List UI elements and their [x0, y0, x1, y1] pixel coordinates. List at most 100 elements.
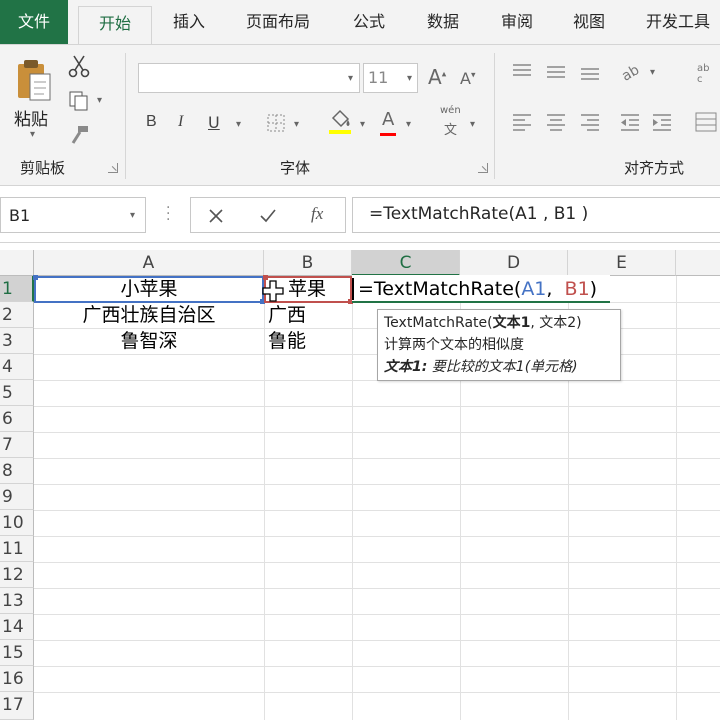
cell-b3[interactable]: 鲁能: [268, 328, 306, 354]
tab-developer[interactable]: 开发工具: [636, 0, 720, 44]
font-color-icon[interactable]: A: [382, 109, 394, 130]
align-bottom-icon[interactable]: [578, 61, 602, 83]
cell-a2[interactable]: 广西壮族自治区: [34, 302, 264, 328]
tab-data[interactable]: 数据: [414, 0, 472, 44]
column-header-b[interactable]: B: [264, 250, 352, 276]
name-box[interactable]: B1 ▾: [0, 197, 146, 233]
row-header-1[interactable]: 1: [0, 276, 34, 302]
borders-dropdown-icon[interactable]: ▾: [294, 119, 299, 130]
row-header-16[interactable]: 16: [0, 666, 34, 692]
fill-color-icon[interactable]: [326, 107, 354, 137]
row-header-3[interactable]: 3: [0, 328, 34, 354]
italic-button[interactable]: I: [178, 113, 183, 131]
row-header-17[interactable]: 17: [0, 692, 34, 720]
gridline: [34, 640, 720, 641]
copy-dropdown-icon[interactable]: ▾: [97, 95, 102, 106]
underline-dropdown-icon[interactable]: ▾: [236, 119, 241, 130]
tab-insert[interactable]: 插入: [160, 0, 218, 44]
gridline: [676, 276, 677, 720]
insert-function-icon[interactable]: fx: [311, 204, 323, 224]
row-header-13[interactable]: 13: [0, 588, 34, 614]
format-painter-icon[interactable]: [66, 123, 92, 147]
cell-b2[interactable]: 广西: [268, 302, 306, 328]
formula-ref-b1: B1: [564, 278, 590, 300]
alignment-group-label: 对齐方式: [624, 159, 685, 177]
font-size-value: 11: [368, 68, 389, 87]
row-header-4[interactable]: 4: [0, 354, 34, 380]
fill-color-dropdown-icon[interactable]: ▾: [360, 119, 365, 130]
cut-icon[interactable]: [66, 53, 92, 79]
column-header-c[interactable]: C: [352, 250, 460, 276]
row-header-5[interactable]: 5: [0, 380, 34, 406]
align-left-icon[interactable]: [510, 111, 534, 133]
row-header-2[interactable]: 2: [0, 302, 34, 328]
decrease-font-size-icon[interactable]: A▾: [460, 69, 475, 88]
chevron-down-icon[interactable]: ▾: [348, 73, 353, 84]
tab-page-layout[interactable]: 页面布局: [236, 0, 320, 44]
font-launcher-icon[interactable]: [478, 163, 488, 173]
cell-c1-editing-formula[interactable]: =TextMatchRate(A1, B1): [358, 276, 597, 302]
underline-button[interactable]: U: [208, 113, 220, 132]
orientation-dropdown-icon[interactable]: ▾: [650, 67, 655, 78]
row-header-7[interactable]: 7: [0, 432, 34, 458]
chevron-down-icon[interactable]: ▾: [407, 73, 412, 84]
reference-highlight-a1[interactable]: [33, 275, 265, 304]
cell-a3[interactable]: 鲁智深: [34, 328, 264, 354]
cancel-icon[interactable]: [205, 205, 227, 227]
row-header-14[interactable]: 14: [0, 614, 34, 640]
tab-home[interactable]: 开始: [78, 6, 152, 45]
enter-icon[interactable]: [257, 205, 279, 227]
column-header-d[interactable]: D: [460, 250, 568, 276]
clipboard-launcher-icon[interactable]: [108, 163, 118, 173]
merge-center-icon[interactable]: [694, 109, 718, 135]
phonetic-dropdown-icon[interactable]: ▾: [470, 119, 475, 130]
formula-input[interactable]: =TextMatchRate(A1 , B1 ): [352, 197, 720, 233]
column-header-e[interactable]: E: [568, 250, 676, 276]
paste-button-label[interactable]: 粘贴: [14, 105, 48, 130]
orientation-icon[interactable]: ab: [618, 59, 644, 85]
phonetic-guide-icon[interactable]: 文: [444, 119, 457, 138]
tab-formulas[interactable]: 公式: [340, 0, 398, 44]
row-header-10[interactable]: 10: [0, 510, 34, 536]
bold-button[interactable]: B: [146, 113, 157, 131]
borders-icon[interactable]: [264, 111, 288, 135]
chevron-down-icon[interactable]: ▾: [130, 210, 135, 221]
tab-review[interactable]: 审阅: [488, 0, 546, 44]
row-header-15[interactable]: 15: [0, 640, 34, 666]
tab-file[interactable]: 文件: [0, 0, 68, 44]
align-center-icon[interactable]: [544, 111, 568, 133]
formula-bar-buttons: fx: [190, 197, 346, 233]
font-size-combo[interactable]: 11 ▾: [363, 63, 418, 93]
align-top-icon[interactable]: [510, 61, 534, 83]
svg-text:c: c: [697, 74, 703, 84]
select-all-corner[interactable]: [0, 250, 34, 276]
paste-icon[interactable]: [12, 57, 56, 105]
decrease-indent-icon[interactable]: [618, 111, 642, 133]
row-header-9[interactable]: 9: [0, 484, 34, 510]
row-header-12[interactable]: 12: [0, 562, 34, 588]
align-right-icon[interactable]: [578, 111, 602, 133]
copy-icon[interactable]: [66, 89, 92, 113]
align-middle-icon[interactable]: [544, 61, 568, 83]
increase-font-size-icon[interactable]: A▴: [428, 65, 446, 89]
font-name-combo[interactable]: ▾: [138, 63, 360, 93]
gridline: [352, 276, 353, 720]
font-color-dropdown-icon[interactable]: ▾: [406, 119, 411, 130]
formula-bar-resize-handle-icon[interactable]: · · ·: [166, 201, 170, 227]
move-cursor-icon: [262, 280, 284, 302]
wrap-text-icon[interactable]: ab c: [694, 59, 718, 85]
gridline: [34, 692, 720, 693]
increase-indent-icon[interactable]: [650, 111, 674, 133]
name-box-value: B1: [9, 206, 31, 225]
tab-view[interactable]: 视图: [560, 0, 618, 44]
paste-dropdown-icon[interactable]: ▾: [30, 129, 35, 140]
phonetic-guide-label[interactable]: wén: [440, 105, 461, 116]
row-header-6[interactable]: 6: [0, 406, 34, 432]
row-header-8[interactable]: 8: [0, 458, 34, 484]
tooltip-signature[interactable]: TextMatchRate(文本1, 文本2): [384, 312, 614, 334]
column-header-a[interactable]: A: [34, 250, 264, 276]
worksheet-grid: A B C D E 1 2 3 4 5 6 7 8 9 10 11 12 13 …: [0, 250, 720, 720]
column-header-f[interactable]: [676, 250, 720, 276]
row-header-11[interactable]: 11: [0, 536, 34, 562]
tooltip-argument-help: 文本1: 要比较的文本1(单元格): [384, 359, 578, 375]
